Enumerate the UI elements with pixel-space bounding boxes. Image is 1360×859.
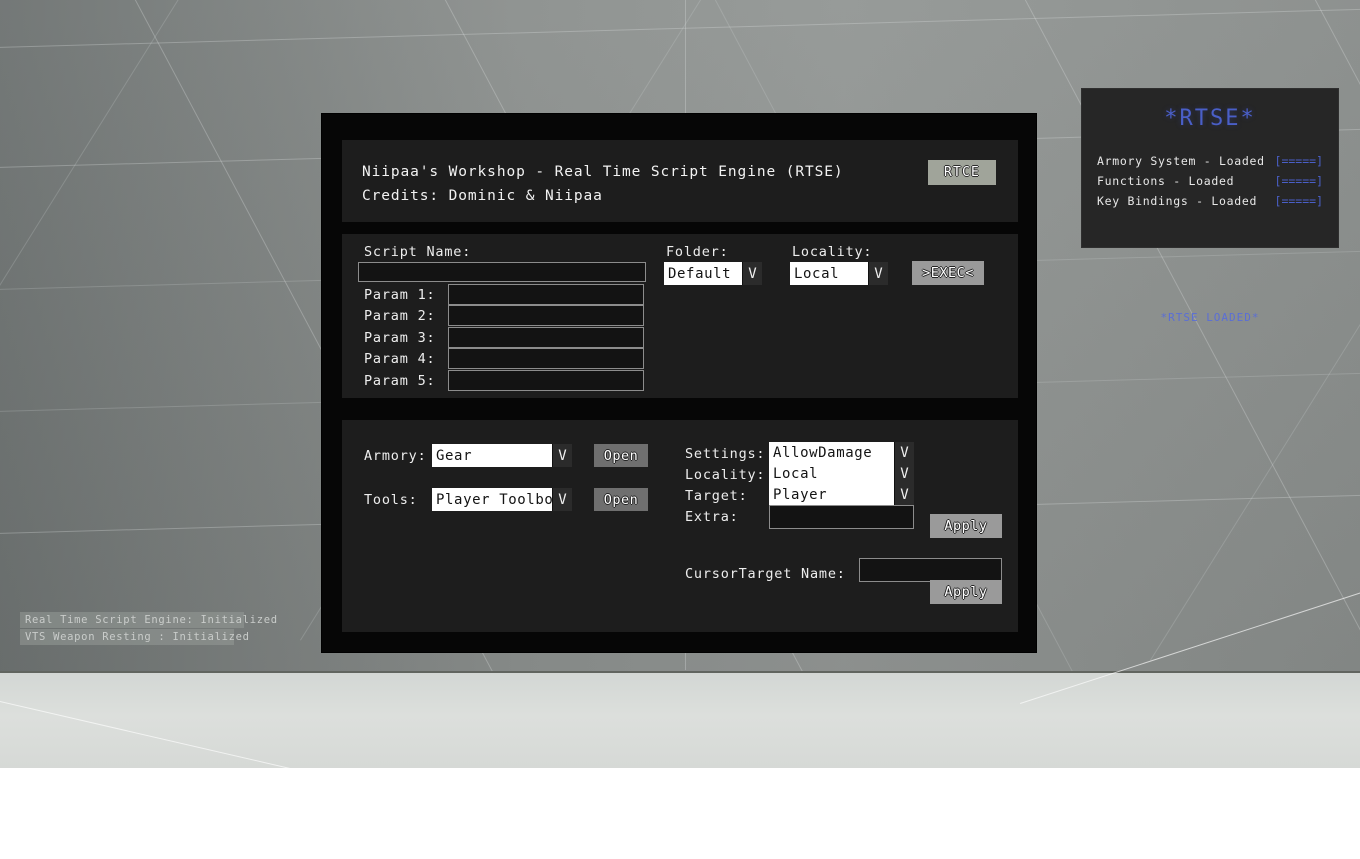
title-line-1: Niipaa's Workshop - Real Time Script Eng… [362,164,844,180]
rtse-main-window: Niipaa's Workshop - Real Time Script Eng… [322,114,1036,652]
settings-locality-label: Locality: [685,467,766,483]
target-select[interactable]: Player V [769,484,914,505]
folder-select[interactable]: Default V [664,262,762,285]
param-4-label: Param 4: [364,351,436,367]
tools-open-button[interactable]: Open [594,488,648,511]
target-label: Target: [685,488,748,504]
armory-select[interactable]: Gear V [432,444,572,467]
chevron-down-icon: V [552,444,572,467]
console-toast: Real Time Script Engine: Initialized [20,612,277,628]
tools-select[interactable]: Player Toolbox V [432,488,572,511]
param-1-input[interactable] [448,284,644,305]
armory-label: Armory: [364,448,427,464]
backdrop-floor [0,573,1360,859]
header-panel: Niipaa's Workshop - Real Time Script Eng… [342,140,1018,222]
extra-input[interactable] [769,505,914,529]
floor-grid-line [0,701,683,859]
tools-panel: Armory: Gear V Open Tools: Player Toolbo… [342,420,1018,632]
window-title: Niipaa's Workshop - Real Time Script Eng… [362,160,844,208]
hud-status-name: Armory System - Loaded [1097,154,1265,168]
param-2-input[interactable] [448,305,644,326]
hud-status-bar: [=====] [1274,154,1323,168]
wall-grid-line [0,6,1360,49]
hud-status-row: Functions - Loaded [=====] [1097,174,1323,188]
armory-open-button[interactable]: Open [594,444,648,467]
chevron-down-icon: V [894,484,914,505]
hud-status-row: Armory System - Loaded [=====] [1097,154,1323,168]
hud-status-name: Functions - Loaded [1097,174,1235,188]
chevron-down-icon: V [742,262,762,285]
chevron-down-icon: V [868,262,888,285]
cursor-target-apply-button[interactable]: Apply [930,580,1002,604]
script-panel: Script Name: Param 1: Param 2: Param 3: … [342,234,1018,398]
settings-label: Settings: [685,446,766,462]
hud-status-row: Key Bindings - Loaded [=====] [1097,194,1323,208]
target-select-value: Player [769,484,894,505]
exec-button[interactable]: >EXEC< [912,261,984,285]
settings-locality-select-value: Local [769,463,894,484]
settings-select[interactable]: AllowDamage V [769,442,914,463]
hud-status-bar: [=====] [1274,174,1323,188]
hud-footer-status: *RTSE LOADED* [1160,311,1260,324]
tools-select-value: Player Toolbox [432,488,552,511]
locality-label: Locality: [792,244,873,260]
param-3-input[interactable] [448,327,644,348]
param-4-input[interactable] [448,348,644,369]
folder-label: Folder: [666,244,729,260]
locality-select[interactable]: Local V [790,262,888,285]
script-name-input[interactable] [358,262,646,282]
cursor-target-label: CursorTarget Name: [685,566,846,582]
extra-label: Extra: [685,509,739,525]
param-5-label: Param 5: [364,373,436,389]
chevron-down-icon: V [894,442,914,463]
script-name-label: Script Name: [364,244,472,260]
param-3-label: Param 3: [364,330,436,346]
settings-apply-button[interactable]: Apply [930,514,1002,538]
param-1-label: Param 1: [364,287,436,303]
hud-title: *RTSE* [1164,106,1256,131]
rtce-button[interactable]: RTCE [928,160,996,185]
tools-label: Tools: [364,492,418,508]
cursor-target-input[interactable] [859,558,1002,582]
locality-select-value: Local [790,262,868,285]
chevron-down-icon: V [894,463,914,484]
chevron-down-icon: V [552,488,572,511]
hud-status-bar: [=====] [1274,194,1323,208]
armory-select-value: Gear [432,444,552,467]
rtse-status-hud: *RTSE* Armory System - Loaded [=====] Fu… [1081,88,1339,324]
settings-select-value: AllowDamage [769,442,894,463]
param-2-label: Param 2: [364,308,436,324]
console-toast: VTS Weapon Resting : Initialized [20,629,249,645]
title-line-2: Credits: Dominic & Niipaa [362,188,603,204]
settings-locality-select[interactable]: Local V [769,463,914,484]
folder-select-value: Default [664,262,742,285]
param-5-input[interactable] [448,370,644,391]
hud-status-name: Key Bindings - Loaded [1097,194,1258,208]
